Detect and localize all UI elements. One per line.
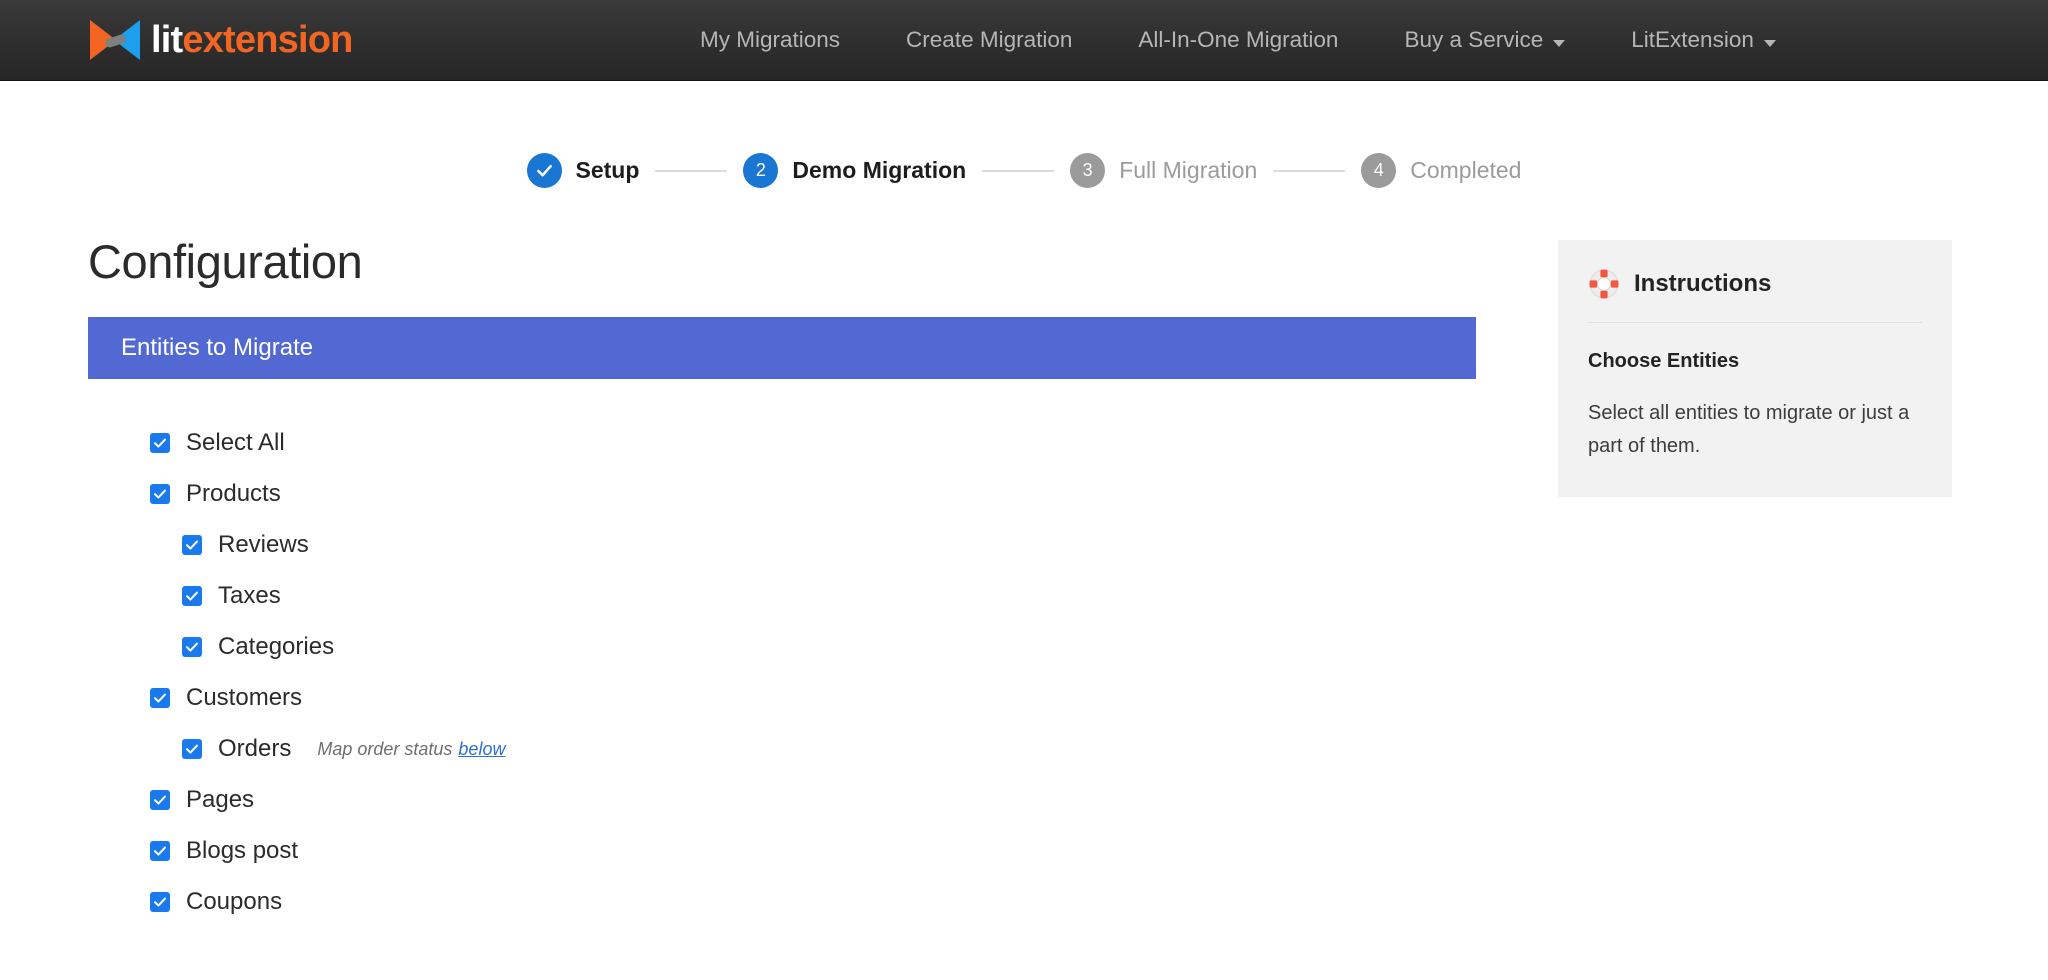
step-completed[interactable]: 4 Completed xyxy=(1361,153,1521,188)
checkbox-categories[interactable] xyxy=(182,636,202,657)
checkbox-customers[interactable] xyxy=(150,687,170,708)
step-connector xyxy=(1273,169,1346,172)
check-icon xyxy=(536,164,552,177)
entity-label: Orders xyxy=(218,734,292,762)
nav-item-label: Buy a Service xyxy=(1404,27,1544,53)
step-demo-migration[interactable]: 2 Demo Migration xyxy=(743,153,966,188)
chevron-down-icon xyxy=(1763,40,1776,47)
check-icon xyxy=(154,897,166,907)
brand-text-secondary: extension xyxy=(182,19,353,61)
step-connector xyxy=(982,169,1055,172)
nav-item-label: My Migrations xyxy=(700,27,841,53)
check-icon xyxy=(186,540,198,550)
chevron-down-icon xyxy=(1553,40,1566,47)
check-icon xyxy=(186,642,198,652)
nav-item-label: All-In-One Migration xyxy=(1138,27,1339,53)
entity-row-products[interactable]: Products xyxy=(150,468,1476,519)
checkbox-taxes[interactable] xyxy=(182,585,202,606)
step-marker-setup xyxy=(526,153,562,188)
entity-label: Coupons xyxy=(186,887,283,915)
checkbox-pages[interactable] xyxy=(150,789,170,810)
nav-item-all-in-one-migration[interactable]: All-In-One Migration xyxy=(1138,29,1338,52)
entity-label: Select All xyxy=(186,428,285,456)
checkbox-reviews[interactable] xyxy=(182,534,202,555)
checkbox-blogs-post[interactable] xyxy=(150,840,170,861)
entity-label: Taxes xyxy=(218,581,281,609)
check-icon xyxy=(154,438,166,448)
entity-row-select-all[interactable]: Select All xyxy=(150,417,1476,468)
step-marker-demo-migration: 2 xyxy=(743,153,779,188)
instructions-panel: Instructions Choose Entities Select all … xyxy=(1558,240,1952,497)
checkbox-coupons[interactable] xyxy=(150,891,170,912)
step-label-setup: Setup xyxy=(575,157,640,183)
map-order-status-below-link[interactable]: below xyxy=(458,739,505,759)
nav-item-my-migrations[interactable]: My Migrations xyxy=(700,29,840,52)
step-marker-completed: 4 xyxy=(1361,153,1397,188)
page-title: Configuration xyxy=(88,235,363,288)
check-icon xyxy=(154,489,166,499)
step-connector xyxy=(655,169,728,172)
check-icon xyxy=(154,846,166,856)
entity-label: Pages xyxy=(186,785,255,813)
section-title: Entities to Migrate xyxy=(121,334,314,361)
nav-links: My Migrations Create Migration All-In-On… xyxy=(700,0,1776,81)
step-marker-full-migration: 3 xyxy=(1070,153,1106,188)
litextension-arrows-logo-icon xyxy=(90,20,140,60)
check-icon xyxy=(186,744,198,754)
entity-row-coupons[interactable]: Coupons xyxy=(150,876,1476,927)
nav-item-litextension-account[interactable]: LitExtension xyxy=(1631,29,1776,52)
nav-item-label: Create Migration xyxy=(906,27,1073,53)
entities-to-migrate-header: Entities to Migrate xyxy=(88,317,1476,379)
instructions-title: Instructions xyxy=(1634,270,1772,297)
entities-checkbox-list: Select All Products Reviews Taxes Catego… xyxy=(88,417,1476,927)
entity-row-taxes[interactable]: Taxes xyxy=(150,570,1476,621)
instructions-header: Instructions xyxy=(1588,268,1922,323)
entity-row-reviews[interactable]: Reviews xyxy=(150,519,1476,570)
entity-label: Products xyxy=(186,479,281,507)
lifering-icon xyxy=(1589,269,1619,299)
brand-wordmark: litextension xyxy=(151,21,353,59)
checkbox-products[interactable] xyxy=(150,483,170,504)
entity-label: Customers xyxy=(186,683,303,711)
entity-label: Categories xyxy=(218,632,335,660)
nav-item-label: LitExtension xyxy=(1631,27,1754,53)
entity-label: Reviews xyxy=(218,530,309,558)
entity-row-categories[interactable]: Categories xyxy=(150,621,1476,672)
step-label-completed: Completed xyxy=(1410,157,1522,183)
step-label-full-migration: Full Migration xyxy=(1119,157,1258,183)
brand-text-primary: lit xyxy=(151,19,183,61)
nav-item-buy-a-service[interactable]: Buy a Service xyxy=(1404,27,1566,53)
nav-item-create-migration[interactable]: Create Migration xyxy=(906,29,1072,52)
instructions-body: Select all entities to migrate or just a… xyxy=(1588,402,1910,457)
check-icon xyxy=(154,795,166,805)
step-full-migration[interactable]: 3 Full Migration xyxy=(1070,153,1257,188)
step-label-demo-migration: Demo Migration xyxy=(792,157,967,183)
order-status-note-text: Map order status xyxy=(317,738,453,759)
top-navigation-bar: litextension My Migrations Create Migrat… xyxy=(0,0,2048,81)
checkbox-orders[interactable] xyxy=(182,738,202,759)
check-icon xyxy=(186,591,198,601)
check-icon xyxy=(154,693,166,703)
entity-row-blogs-post[interactable]: Blogs post xyxy=(150,825,1476,876)
step-setup[interactable]: Setup xyxy=(526,153,640,188)
entity-row-pages[interactable]: Pages xyxy=(150,774,1476,825)
order-status-note: Map order status below xyxy=(317,740,505,758)
instructions-subtitle: Choose Entities xyxy=(1588,350,1740,372)
entity-row-customers[interactable]: Customers xyxy=(150,672,1476,723)
checkbox-select-all[interactable] xyxy=(150,432,170,453)
entity-label: Blogs post xyxy=(186,836,299,864)
brand-logo-link[interactable]: litextension xyxy=(88,0,353,81)
entity-row-orders[interactable]: Orders Map order status below xyxy=(150,723,1476,774)
migration-progress-stepper: Setup 2 Demo Migration 3 Full Migration … xyxy=(0,153,2048,188)
configuration-column: Configuration Entities to Migrate Select… xyxy=(88,238,1476,927)
